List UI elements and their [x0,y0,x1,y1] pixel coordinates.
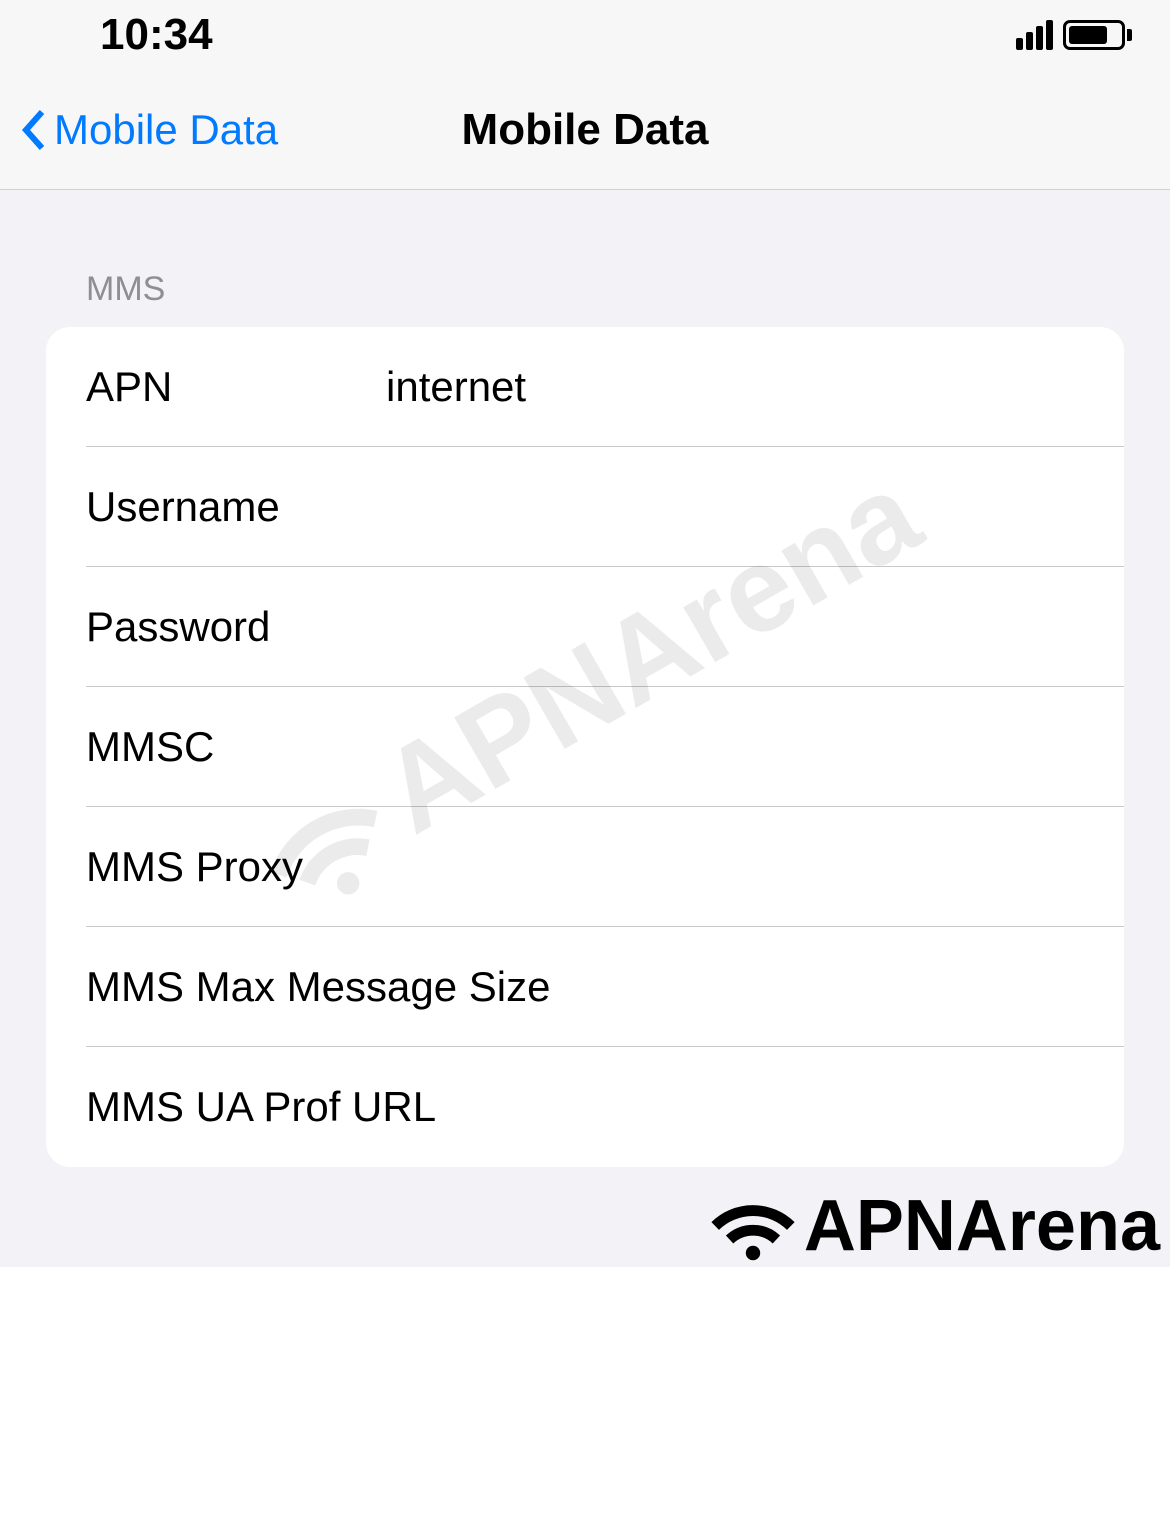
row-username[interactable]: Username [46,447,1124,567]
signal-icon [1016,20,1053,50]
page-title: Mobile Data [462,105,709,155]
row-mms-proxy[interactable]: MMS Proxy [46,807,1124,927]
section-header-mms: MMS [46,190,1124,327]
status-bar: 10:34 [0,0,1170,70]
nav-bar: Mobile Data Mobile Data [0,70,1170,190]
row-mms-ua[interactable]: MMS UA Prof URL [46,1047,1124,1167]
status-indicators [1016,20,1132,50]
row-password[interactable]: Password [46,567,1124,687]
input-apn[interactable] [386,363,1084,411]
brand-logo: APNArena [708,1185,1160,1267]
input-password[interactable] [386,603,1084,651]
label-username: Username [86,483,386,531]
label-password: Password [86,603,386,651]
wifi-icon [708,1189,798,1263]
chevron-left-icon [20,108,46,152]
battery-icon [1063,20,1132,50]
input-mmsc[interactable] [386,723,1084,771]
label-mms-ua: MMS UA Prof URL [86,1083,436,1131]
label-mmsc: MMSC [86,723,386,771]
label-mms-proxy: MMS Proxy [86,843,386,891]
label-apn: APN [86,363,386,411]
input-mms-proxy[interactable] [386,843,1084,891]
bottom-area [0,1267,1170,1521]
back-button[interactable]: Mobile Data [20,106,278,154]
settings-group-mms: APN Username Password MMSC MMS Proxy MMS… [46,327,1124,1167]
input-username[interactable] [386,483,1084,531]
row-mmsc[interactable]: MMSC [46,687,1124,807]
content: MMS APN Username Password MMSC MMS Proxy… [0,190,1170,1167]
label-mms-max: MMS Max Message Size [86,963,550,1011]
back-label: Mobile Data [54,106,278,154]
row-mms-max[interactable]: MMS Max Message Size [46,927,1124,1047]
row-apn[interactable]: APN [46,327,1124,447]
status-time: 10:34 [100,10,213,60]
